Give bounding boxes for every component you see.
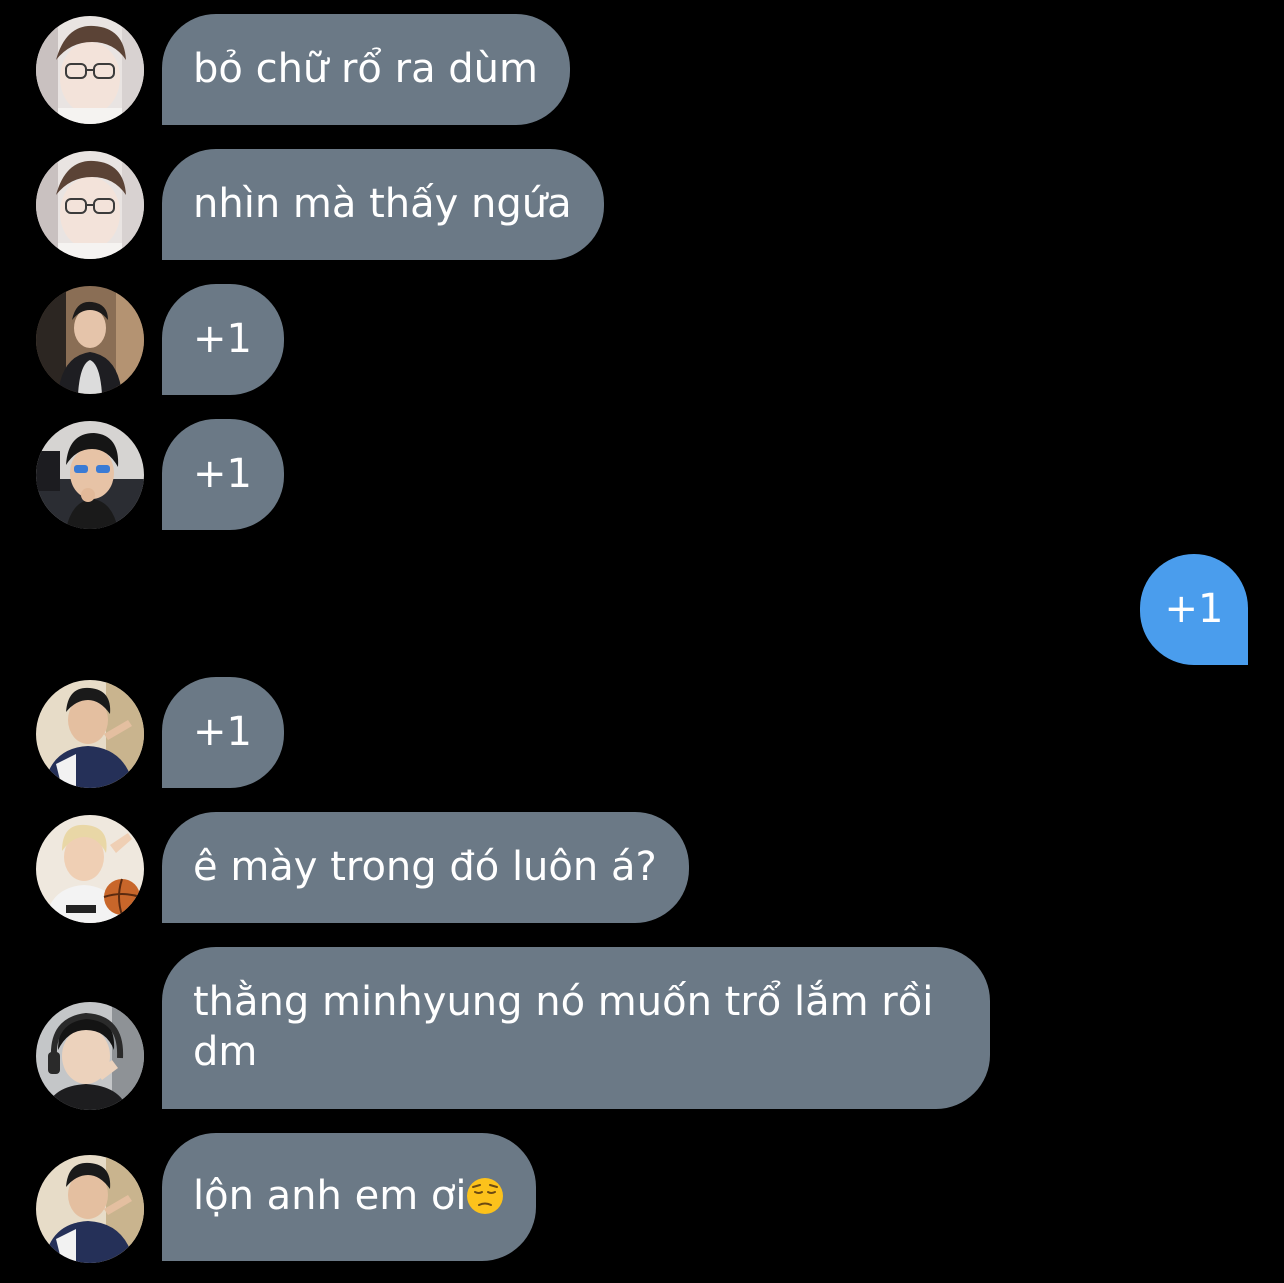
- avatar[interactable]: [36, 286, 144, 394]
- message-text: bỏ chữ rổ ra dùm: [193, 46, 538, 92]
- message-text: +1: [193, 451, 252, 497]
- message-text: lộn anh em ơi: [193, 1173, 467, 1219]
- avatar[interactable]: [36, 421, 144, 529]
- avatar[interactable]: [36, 1002, 144, 1110]
- outgoing-message-bubble[interactable]: +1: [1140, 554, 1248, 665]
- message-text: ê mày trong đó luôn á?: [193, 844, 657, 890]
- incoming-message-bubble[interactable]: nhìn mà thấy ngứa: [162, 149, 604, 260]
- avatar[interactable]: [36, 16, 144, 124]
- avatar[interactable]: [36, 815, 144, 923]
- avatar[interactable]: [36, 680, 144, 788]
- incoming-message-bubble[interactable]: bỏ chữ rổ ra dùm: [162, 14, 570, 125]
- avatar[interactable]: [36, 1155, 144, 1263]
- incoming-message-bubble[interactable]: lộn anh em ơi: [162, 1133, 537, 1261]
- message-text: +1: [193, 709, 252, 755]
- message-text: nhìn mà thấy ngứa: [193, 181, 572, 227]
- incoming-message-bubble[interactable]: +1: [162, 284, 284, 395]
- incoming-message-bubble[interactable]: ê mày trong đó luôn á?: [162, 812, 689, 923]
- message-text: +1: [193, 316, 252, 362]
- message-text: thằng minhyung nó muốn trổ lắm rồi dm: [193, 979, 947, 1075]
- avatar[interactable]: [36, 151, 144, 259]
- incoming-message-bubble[interactable]: thằng minhyung nó muốn trổ lắm rồi dm: [162, 947, 990, 1109]
- incoming-message-bubble[interactable]: +1: [162, 419, 284, 530]
- incoming-message-bubble[interactable]: +1: [162, 677, 284, 788]
- pensive-face-icon: [466, 1177, 504, 1215]
- message-text: +1: [1164, 586, 1224, 632]
